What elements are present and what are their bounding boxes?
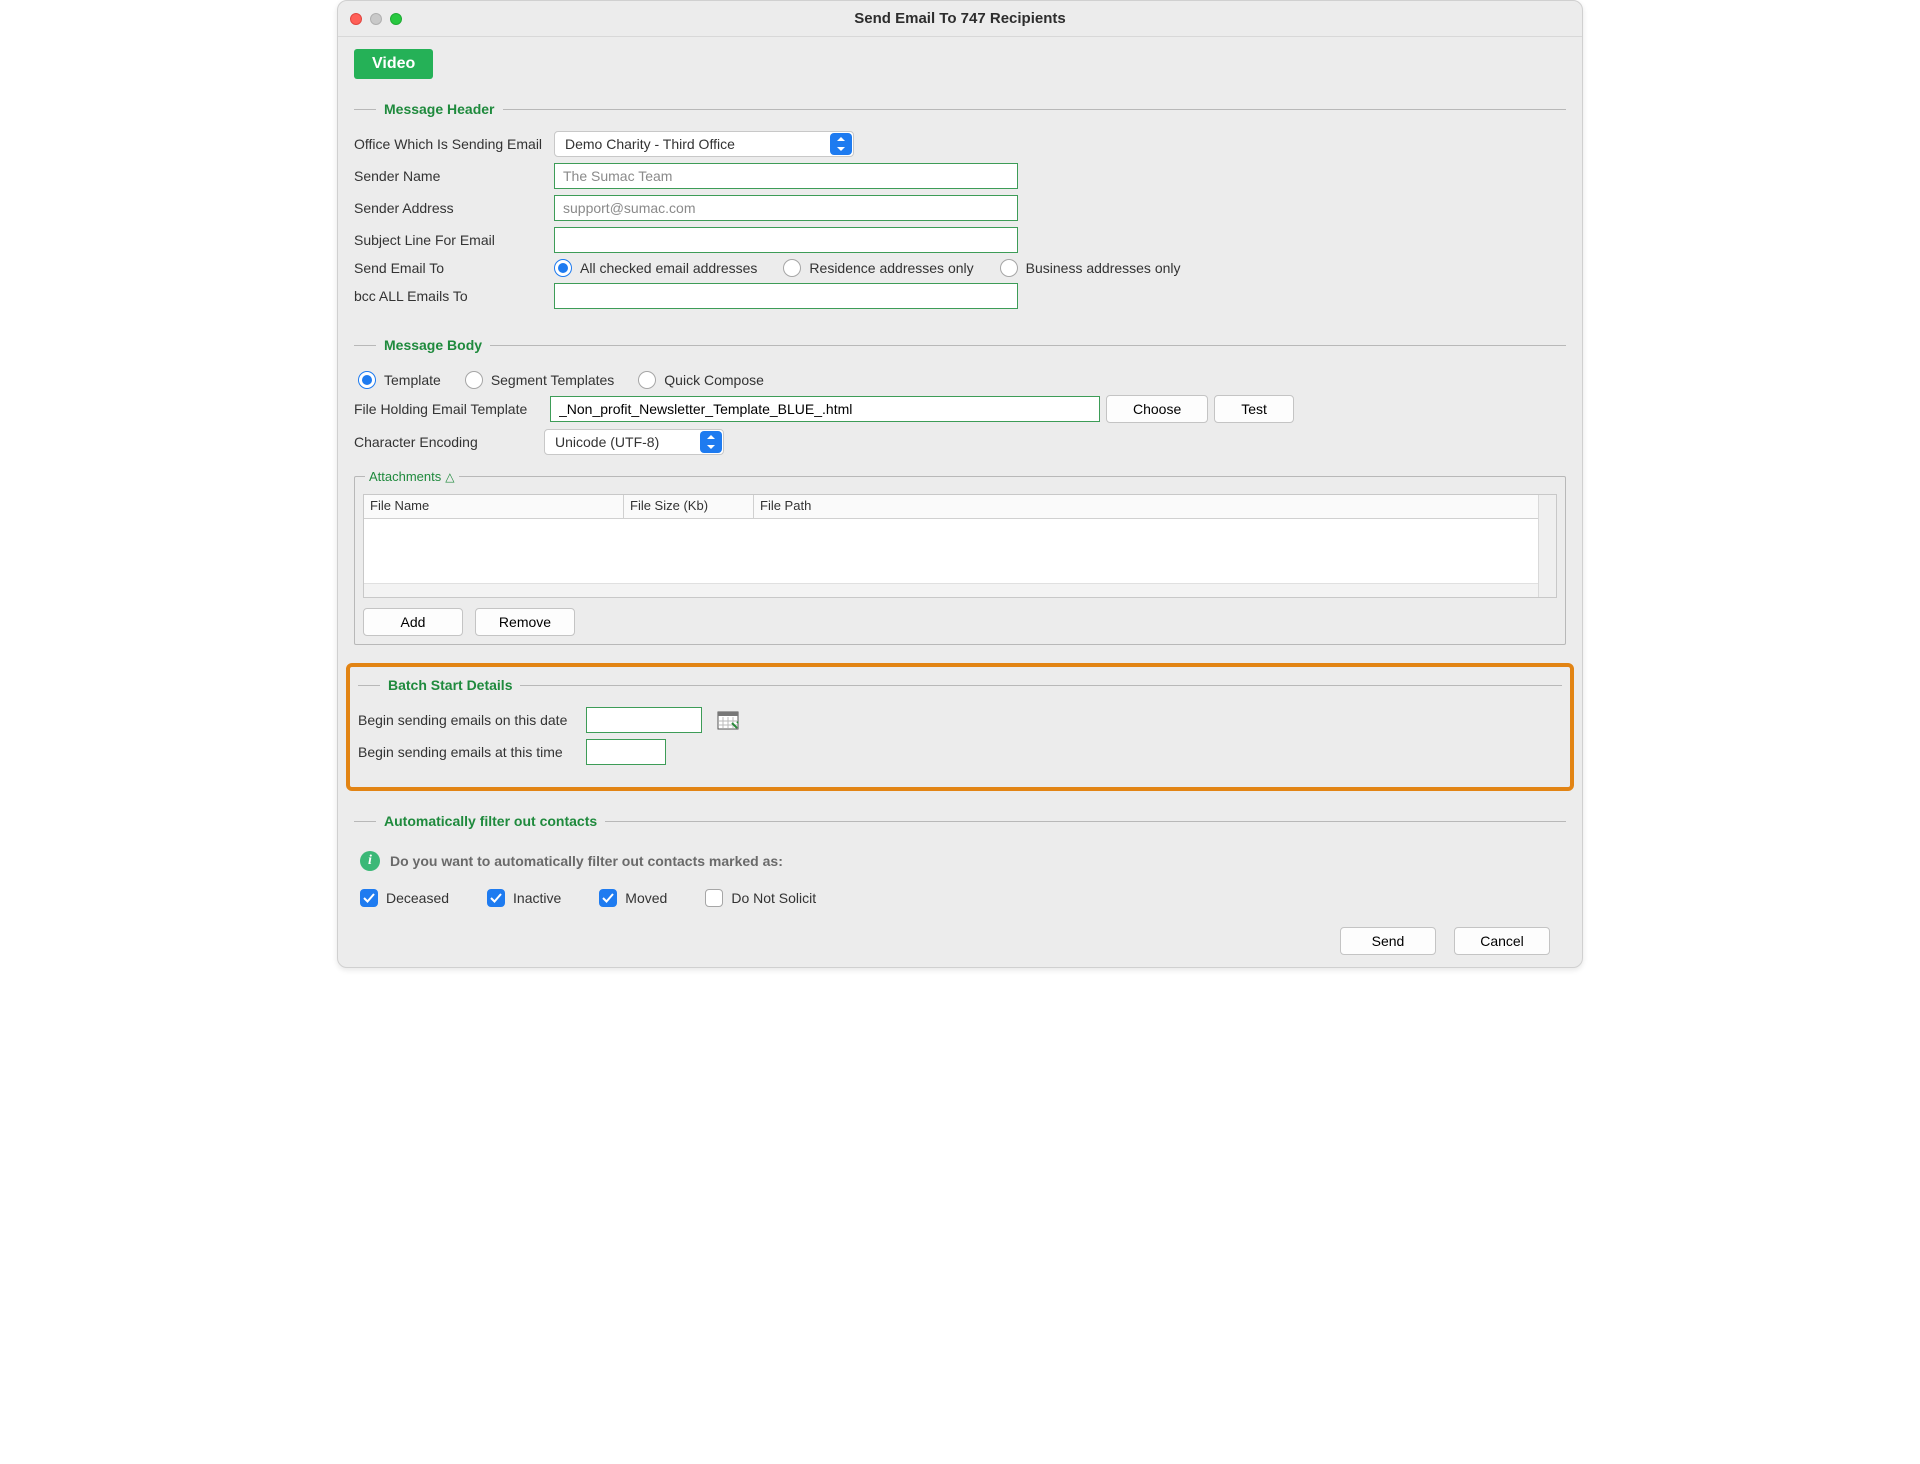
close-icon[interactable]	[350, 13, 362, 25]
mode-template-label: Template	[384, 372, 441, 388]
chevron-updown-icon	[830, 133, 852, 155]
encoding-select[interactable]: Unicode (UTF-8)	[544, 429, 724, 455]
subject-input[interactable]	[554, 227, 1018, 253]
choose-button[interactable]: Choose	[1106, 395, 1208, 423]
template-file-label: File Holding Email Template	[354, 401, 544, 417]
send-button[interactable]: Send	[1340, 927, 1436, 955]
attachments-header-row: File Name File Size (Kb) File Path	[364, 495, 1556, 519]
batch-highlight-box: Batch Start Details Begin sending emails…	[346, 663, 1574, 791]
mode-quick-radio[interactable]	[638, 371, 656, 389]
remove-attachment-button[interactable]: Remove	[475, 608, 575, 636]
triangle-icon: △	[445, 470, 454, 484]
send-to-all-label: All checked email addresses	[580, 260, 757, 276]
filter-checkbox-group: Deceased Inactive Moved Do Not Solicit	[354, 877, 1566, 907]
attachments-legend: Attachments△	[365, 469, 459, 484]
attachments-section: Attachments△ File Name File Size (Kb) Fi…	[354, 469, 1566, 645]
bcc-label: bcc ALL Emails To	[354, 288, 554, 304]
mode-quick-label: Quick Compose	[664, 372, 764, 388]
col-filesize[interactable]: File Size (Kb)	[624, 495, 754, 518]
scrollbar[interactable]	[1538, 495, 1556, 597]
office-label: Office Which Is Sending Email	[354, 136, 554, 152]
calendar-icon[interactable]	[716, 709, 740, 731]
sender-address-label: Sender Address	[354, 200, 554, 216]
deceased-label: Deceased	[386, 890, 449, 906]
window-title: Send Email To 747 Recipients	[350, 10, 1570, 27]
send-to-business-radio[interactable]	[1000, 259, 1018, 277]
dns-checkbox[interactable]	[705, 889, 723, 907]
batch-date-label: Begin sending emails on this date	[358, 712, 586, 728]
filter-legend: Automatically filter out contacts	[376, 813, 605, 829]
inactive-label: Inactive	[513, 890, 561, 906]
encoding-label: Character Encoding	[354, 434, 544, 450]
send-to-residence-radio[interactable]	[783, 259, 801, 277]
message-body-section: Message Body Template Segment Templates …	[354, 337, 1566, 645]
filter-question: Do you want to automatically filter out …	[390, 853, 783, 869]
cancel-button[interactable]: Cancel	[1454, 927, 1550, 955]
test-button[interactable]: Test	[1214, 395, 1294, 423]
mode-segment-radio[interactable]	[465, 371, 483, 389]
filter-section: Automatically filter out contacts i Do y…	[354, 813, 1566, 907]
traffic-lights	[350, 13, 402, 25]
office-value: Demo Charity - Third Office	[565, 136, 735, 152]
moved-checkbox[interactable]	[599, 889, 617, 907]
message-header-legend: Message Header	[376, 101, 503, 117]
moved-label: Moved	[625, 890, 667, 906]
send-to-business-label: Business addresses only	[1026, 260, 1181, 276]
subject-label: Subject Line For Email	[354, 232, 554, 248]
batch-legend: Batch Start Details	[380, 677, 520, 693]
send-to-all-radio[interactable]	[554, 259, 572, 277]
send-to-label: Send Email To	[354, 260, 554, 276]
send-to-radio-group: All checked email addresses Residence ad…	[554, 259, 1181, 277]
message-header-section: Message Header Office Which Is Sending E…	[354, 101, 1566, 315]
batch-time-input[interactable]	[586, 739, 666, 765]
mode-segment-label: Segment Templates	[491, 372, 614, 388]
col-filename[interactable]: File Name	[364, 495, 624, 518]
titlebar: Send Email To 747 Recipients	[338, 1, 1582, 37]
col-filepath[interactable]: File Path	[754, 495, 1556, 518]
attachments-footer-bar	[364, 583, 1538, 597]
attachments-table: File Name File Size (Kb) File Path	[363, 494, 1557, 598]
batch-section: Batch Start Details Begin sending emails…	[358, 677, 1562, 771]
video-button[interactable]: Video	[354, 49, 433, 79]
dns-label: Do Not Solicit	[731, 890, 816, 906]
batch-date-input[interactable]	[586, 707, 702, 733]
template-file-input[interactable]	[550, 396, 1100, 422]
message-body-legend: Message Body	[376, 337, 490, 353]
sender-name-label: Sender Name	[354, 168, 554, 184]
bcc-input[interactable]	[554, 283, 1018, 309]
minimize-icon[interactable]	[370, 13, 382, 25]
body-mode-radio-group: Template Segment Templates Quick Compose	[354, 371, 1566, 389]
inactive-checkbox[interactable]	[487, 889, 505, 907]
sender-name-input[interactable]	[554, 163, 1018, 189]
sender-address-input[interactable]	[554, 195, 1018, 221]
office-select[interactable]: Demo Charity - Third Office	[554, 131, 854, 157]
deceased-checkbox[interactable]	[360, 889, 378, 907]
dialog-window: Send Email To 747 Recipients Video Messa…	[337, 0, 1583, 968]
add-attachment-button[interactable]: Add	[363, 608, 463, 636]
info-icon: i	[360, 851, 380, 871]
maximize-icon[interactable]	[390, 13, 402, 25]
send-to-residence-label: Residence addresses only	[809, 260, 973, 276]
mode-template-radio[interactable]	[358, 371, 376, 389]
batch-time-label: Begin sending emails at this time	[358, 744, 586, 760]
encoding-value: Unicode (UTF-8)	[555, 434, 659, 450]
chevron-updown-icon	[700, 431, 722, 453]
footer-button-row: Send Cancel	[354, 907, 1566, 955]
